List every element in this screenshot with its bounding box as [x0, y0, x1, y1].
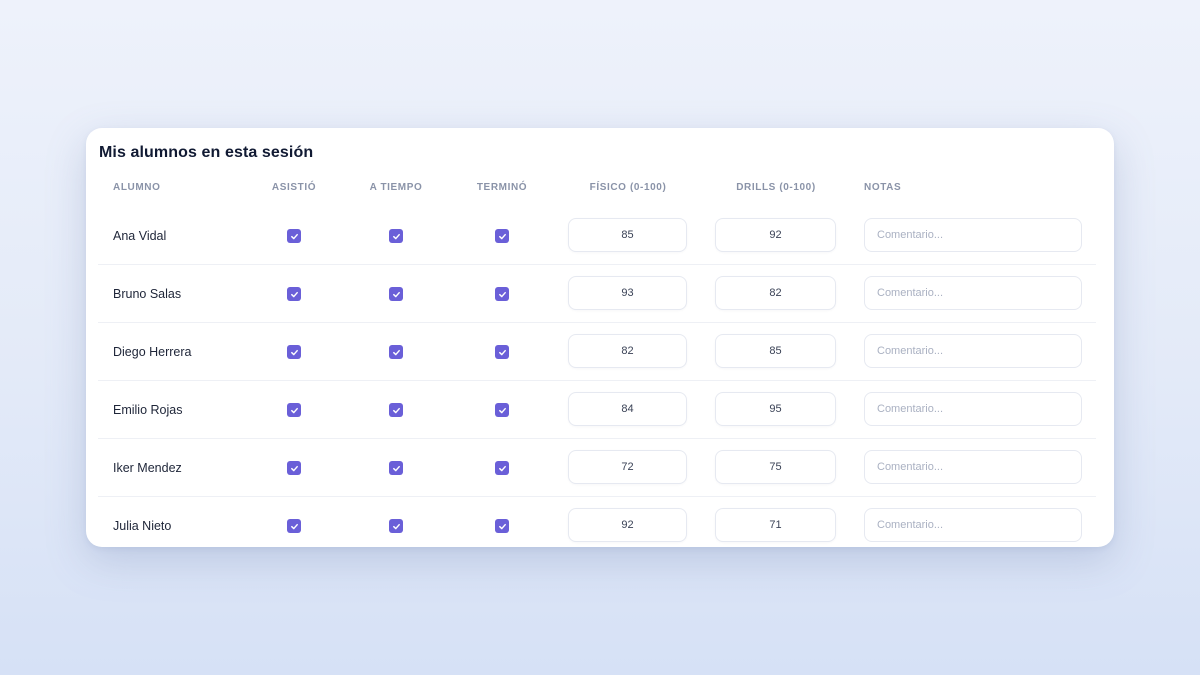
check-icon — [290, 291, 298, 297]
check-icon — [392, 407, 400, 413]
student-name: Emilio Rojas — [113, 403, 183, 417]
check-icon — [498, 465, 506, 471]
table-header: ALUMNO ASISTIÓ A TIEMPO TERMINÓ FÍSICO (… — [86, 180, 1114, 198]
check-icon — [392, 465, 400, 471]
fisico-input[interactable] — [568, 392, 687, 426]
fisico-input[interactable] — [568, 276, 687, 310]
check-icon — [498, 407, 506, 413]
student-name: Bruno Salas — [113, 287, 182, 301]
notes-input[interactable] — [864, 450, 1082, 484]
table-row: Emilio Rojas — [98, 381, 1096, 439]
student-name: Ana Vidal — [113, 229, 167, 243]
card-title: Mis alumnos en esta sesión — [99, 144, 314, 161]
fisico-input[interactable] — [568, 450, 687, 484]
checkbox-termino[interactable] — [495, 287, 509, 301]
table-row: Julia Nieto — [98, 497, 1096, 547]
checkbox-termino[interactable] — [495, 403, 509, 417]
checkbox-asistio[interactable] — [287, 287, 301, 301]
checkbox-asistio[interactable] — [287, 519, 301, 533]
fisico-input[interactable] — [568, 218, 687, 252]
check-icon — [498, 349, 506, 355]
checkbox-a-tiempo[interactable] — [389, 403, 403, 417]
check-icon — [290, 233, 298, 239]
check-icon — [290, 349, 298, 355]
checkbox-asistio[interactable] — [287, 403, 301, 417]
students-card: Mis alumnos en esta sesión ALUMNO ASISTI… — [86, 128, 1114, 547]
fisico-input[interactable] — [568, 508, 687, 542]
table-row: Ana Vidal — [98, 207, 1096, 265]
checkbox-termino[interactable] — [495, 345, 509, 359]
check-icon — [392, 523, 400, 529]
header-drills: DRILLS (0-100) — [736, 182, 816, 193]
student-name: Julia Nieto — [113, 519, 172, 533]
checkbox-a-tiempo[interactable] — [389, 519, 403, 533]
table-row: Iker Mendez — [98, 439, 1096, 497]
check-icon — [392, 233, 400, 239]
table-body: Ana Vidal Bruno Salas Diego Herrera Emilio … — [86, 207, 1114, 547]
drills-input[interactable] — [715, 450, 836, 484]
checkbox-termino[interactable] — [495, 519, 509, 533]
check-icon — [290, 407, 298, 413]
notes-input[interactable] — [864, 334, 1082, 368]
check-icon — [392, 291, 400, 297]
notes-input[interactable] — [864, 218, 1082, 252]
checkbox-termino[interactable] — [495, 461, 509, 475]
fisico-input[interactable] — [568, 334, 687, 368]
notes-input[interactable] — [864, 392, 1082, 426]
table-row: Bruno Salas — [98, 265, 1096, 323]
drills-input[interactable] — [715, 218, 836, 252]
check-icon — [498, 523, 506, 529]
notes-input[interactable] — [864, 276, 1082, 310]
check-icon — [290, 465, 298, 471]
checkbox-asistio[interactable] — [287, 229, 301, 243]
drills-input[interactable] — [715, 276, 836, 310]
header-fisico: FÍSICO (0-100) — [589, 182, 667, 193]
header-a-tiempo: A TIEMPO — [369, 182, 423, 193]
check-icon — [392, 349, 400, 355]
drills-input[interactable] — [715, 508, 836, 542]
checkbox-asistio[interactable] — [287, 345, 301, 359]
checkbox-a-tiempo[interactable] — [389, 229, 403, 243]
drills-input[interactable] — [715, 392, 836, 426]
check-icon — [498, 291, 506, 297]
checkbox-a-tiempo[interactable] — [389, 345, 403, 359]
check-icon — [498, 233, 506, 239]
header-termino: TERMINÓ — [476, 182, 528, 193]
drills-input[interactable] — [715, 334, 836, 368]
table-row: Diego Herrera — [98, 323, 1096, 381]
student-name: Diego Herrera — [113, 345, 192, 359]
student-name: Iker Mendez — [113, 461, 182, 475]
check-icon — [290, 523, 298, 529]
header-alumno: ALUMNO — [113, 182, 161, 193]
header-asistio: ASISTIÓ — [271, 182, 317, 193]
checkbox-termino[interactable] — [495, 229, 509, 243]
notes-input[interactable] — [864, 508, 1082, 542]
checkbox-a-tiempo[interactable] — [389, 461, 403, 475]
checkbox-a-tiempo[interactable] — [389, 287, 403, 301]
header-notas: NOTAS — [864, 182, 902, 193]
checkbox-asistio[interactable] — [287, 461, 301, 475]
